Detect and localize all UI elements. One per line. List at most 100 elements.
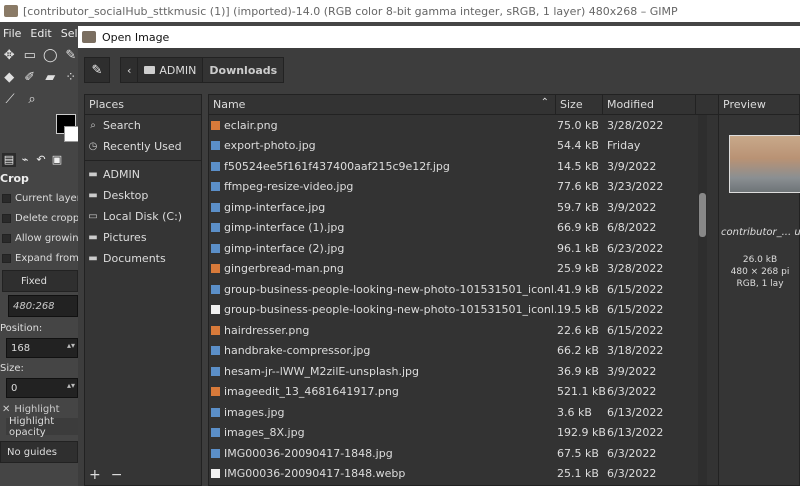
spinner-arrows-icon[interactable]: ▴▾ [67, 341, 75, 350]
file-size-cell: 67.5 kB [557, 446, 599, 460]
jpg-file-icon [211, 407, 220, 417]
jpg-file-icon [211, 284, 220, 294]
breadcrumb-downloads[interactable]: Downloads [203, 58, 284, 82]
highlight-opacity-slider[interactable]: Highlight opacity [6, 416, 78, 438]
add-bookmark-button[interactable]: + [89, 467, 101, 483]
highlight-label: Highlight [14, 403, 60, 415]
zoom-icon[interactable]: ⌕ [24, 91, 40, 107]
rect-select-icon[interactable]: ▭ [22, 47, 36, 63]
ratio-field[interactable]: 480:268 [8, 295, 78, 317]
remove-bookmark-button[interactable]: − [111, 467, 123, 483]
png-file-icon [211, 264, 220, 274]
jpg-file-icon [211, 346, 220, 356]
position-label: Position: [0, 322, 43, 334]
images-tab-icon[interactable]: ▣ [50, 153, 64, 167]
allow-growing-option[interactable]: Allow growing [0, 228, 78, 248]
file-name: imageedit_13_4681641917.png [224, 385, 399, 399]
gimp-left-panel: File Edit Selec ✥ ▭ ◯ ✎ ◆ ✐ ▰ ⁘ ⟋ ⌕ ▤ ⌁ … [0, 22, 78, 486]
file-name-cell: eclair.png [209, 119, 556, 132]
file-modified-cell: 6/13/2022 [607, 405, 664, 419]
expand-from-center-option[interactable]: Expand from ce [0, 248, 78, 268]
file-name: gimp-interface (2).jpg [224, 241, 345, 255]
allow-growing-checkbox[interactable] [2, 233, 11, 243]
current-layer-option[interactable]: Current layer o [0, 188, 78, 208]
folder-icon: ▬ [88, 190, 98, 201]
file-size-cell: 22.6 kB [557, 323, 599, 337]
jpg-file-icon [211, 243, 220, 253]
png-file-icon [211, 387, 220, 397]
dialog-app-icon [82, 31, 96, 43]
file-name: gimp-interface (1).jpg [224, 221, 345, 235]
bucket-fill-icon[interactable]: ◆ [2, 69, 17, 85]
gimp-window-titlebar: [contributor_socialHub_sttkmusic (1)] (i… [0, 0, 800, 22]
gimp-menubar: File Edit Selec [0, 22, 78, 44]
toolbox-row-1: ✥ ▭ ◯ ✎ [0, 44, 78, 66]
lasso-icon[interactable]: ◯ [43, 47, 58, 63]
spinner-arrows-icon[interactable]: ▴▾ [67, 381, 75, 390]
color-picker-icon[interactable]: ⟋ [2, 91, 18, 107]
menu-file[interactable]: File [3, 27, 21, 40]
file-modified-cell: 6/8/2022 [607, 221, 657, 235]
file-modified-cell: 3/9/2022 [607, 364, 657, 378]
webp-file-icon [211, 469, 220, 479]
delete-cropped-label: Delete cropped [15, 212, 78, 224]
toolbox-row-2: ◆ ✐ ▰ ⁘ [0, 66, 78, 88]
place-desktop[interactable]: ▬ Desktop [85, 185, 201, 206]
chevron-left-icon: ‹ [127, 63, 132, 77]
place-admin[interactable]: ▬ ADMIN [85, 164, 201, 185]
dialog-content: Places ⌕ Search ◷ Recently Used ▬ ADMIN ▬ De… [78, 92, 800, 486]
column-modified-header[interactable]: Modified [603, 95, 696, 114]
close-icon: ✕ [2, 403, 11, 415]
column-name-label: Name [213, 98, 246, 111]
file-name: images.jpg [224, 405, 285, 419]
file-size-cell: 192.9 kB [557, 426, 606, 440]
menu-edit[interactable]: Edit [30, 27, 51, 40]
allow-growing-label: Allow growing [15, 232, 78, 244]
delete-cropped-checkbox[interactable] [2, 213, 11, 223]
size-spinner[interactable]: 0 ▴▾ [6, 378, 78, 398]
column-size-header[interactable]: Size [556, 95, 603, 114]
file-name-cell: f50524ee5f161f437400aaf215c9e12f.jpg [209, 160, 556, 173]
undo-history-tab-icon[interactable]: ↶ [34, 153, 48, 167]
place-local-disk[interactable]: ▭ Local Disk (C:) [85, 206, 201, 227]
place-recently-used[interactable]: ◷ Recently Used [85, 136, 201, 157]
breadcrumb-admin[interactable]: ADMIN [138, 58, 204, 82]
clone-icon[interactable]: ⁘ [64, 69, 79, 85]
menu-select[interactable]: Selec [61, 27, 78, 40]
fuzzy-select-icon[interactable]: ✎ [64, 47, 78, 63]
move-tool-icon[interactable]: ✥ [2, 47, 16, 63]
fixed-aspect-combo[interactable]: Fixed [2, 270, 78, 292]
file-modified-cell: 6/3/2022 [607, 446, 657, 460]
jpg-file-icon [211, 202, 220, 212]
scrollbar-thumb[interactable] [699, 193, 706, 237]
file-list-scrollbar[interactable] [698, 115, 707, 485]
position-spinner[interactable]: 168 ▴▾ [6, 338, 78, 358]
ratio-value: 480:268 [13, 300, 55, 312]
place-documents[interactable]: ▬ Documents [85, 248, 201, 269]
file-size-cell: 66.2 kB [557, 344, 599, 358]
current-layer-checkbox[interactable] [2, 193, 11, 203]
file-name-cell: ffmpeg-resize-video.jpg [209, 180, 556, 193]
delete-cropped-option[interactable]: Delete cropped [0, 208, 78, 228]
device-status-tab-icon[interactable]: ⌁ [18, 153, 32, 167]
file-name: hairdresser.png [224, 323, 310, 337]
eraser-icon[interactable]: ▰ [43, 69, 58, 85]
expand-center-checkbox[interactable] [2, 253, 11, 263]
place-pictures[interactable]: ▬ Pictures [85, 227, 201, 248]
tool-options-tab-icon[interactable]: ▤ [2, 153, 16, 167]
file-size-cell: 59.7 kB [557, 200, 599, 214]
file-size-cell: 75.0 kB [557, 118, 599, 132]
clock-icon: ◷ [88, 141, 98, 152]
edit-location-button[interactable]: ✎ [84, 57, 110, 83]
paintbrush-icon[interactable]: ✐ [23, 69, 38, 85]
file-name: handbrake-compressor.jpg [224, 344, 371, 358]
file-name-cell: hairdresser.png [209, 324, 556, 337]
folder-icon [144, 66, 156, 74]
place-search[interactable]: ⌕ Search [85, 115, 201, 136]
column-name-header[interactable]: Name ⌃ [209, 95, 556, 114]
file-size-cell: 25.9 kB [557, 262, 599, 276]
breadcrumb-back-button[interactable]: ‹ [121, 58, 139, 82]
folder-icon: ▬ [88, 169, 98, 180]
background-color[interactable] [64, 126, 78, 142]
guides-combo[interactable]: No guides [0, 441, 78, 463]
